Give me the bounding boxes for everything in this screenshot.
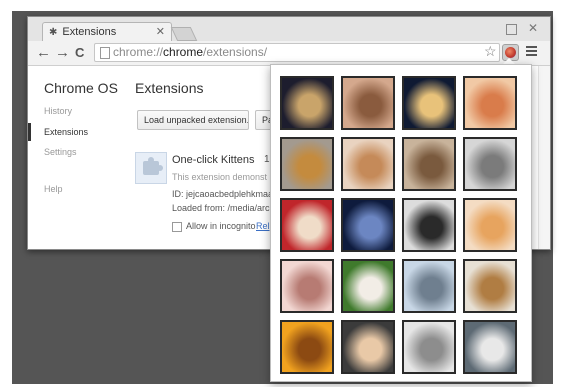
menu-icon[interactable] — [526, 46, 537, 58]
puzzle-icon: ✱ — [49, 26, 58, 38]
new-tab-button[interactable] — [170, 27, 198, 41]
kitten-thumb-12[interactable] — [463, 198, 517, 252]
scrollbar[interactable] — [538, 66, 550, 249]
load-unpacked-button[interactable]: Load unpacked extension... — [137, 110, 249, 130]
kitten-thumb-5[interactable] — [280, 137, 334, 191]
kitten-thumb-13[interactable] — [280, 259, 334, 313]
extension-id: ID: jejcaoacbedplehkmaap — [172, 189, 279, 199]
kitten-thumb-1[interactable] — [280, 76, 334, 130]
kitten-thumb-2[interactable] — [341, 76, 395, 130]
kitten-thumb-8[interactable] — [463, 137, 517, 191]
kitten-grid — [280, 76, 517, 374]
maximize-button[interactable] — [506, 24, 517, 35]
extension-description: This extension demonst — [172, 172, 268, 182]
tab-strip: ✱ Extensions ✕ ✕ — [28, 17, 550, 41]
kitten-thumb-6[interactable] — [341, 137, 395, 191]
incognito-checkbox[interactable] — [172, 222, 182, 232]
tab-title: Extensions — [62, 26, 117, 38]
url-path: /extensions/ — [203, 45, 268, 59]
address-bar[interactable]: chrome://chrome/extensions/ — [94, 43, 500, 62]
tab-extensions[interactable]: ✱ Extensions ✕ — [42, 22, 172, 41]
url-host: chrome — [163, 45, 204, 59]
reload-button[interactable]: C — [75, 43, 84, 63]
tab-close-icon[interactable]: ✕ — [156, 25, 165, 38]
kitten-thumb-15[interactable] — [402, 259, 456, 313]
back-button[interactable]: ← — [36, 43, 51, 63]
puzzle-piece-icon — [143, 157, 163, 175]
kitten-thumb-20[interactable] — [463, 320, 517, 374]
sidebar-title: Chrome OS — [44, 80, 118, 96]
page-icon — [100, 47, 110, 59]
toolbar: ← → C chrome://chrome/extensions/ ☆ — [28, 41, 550, 66]
kitten-thumb-3[interactable] — [402, 76, 456, 130]
close-window-button[interactable]: ✕ — [528, 21, 538, 35]
active-indicator — [28, 123, 31, 141]
page-title: Extensions — [135, 80, 204, 96]
kitten-thumb-18[interactable] — [341, 320, 395, 374]
url-scheme: chrome:// — [113, 45, 164, 59]
extension-loaded-from: Loaded from: /media/archi — [172, 203, 277, 213]
bookmark-star-icon[interactable]: ☆ — [484, 43, 497, 60]
sidebar-item-extensions[interactable]: Extensions — [44, 127, 88, 137]
forward-button[interactable]: → — [55, 43, 70, 63]
reload-link[interactable]: Rel — [256, 221, 270, 231]
sidebar-item-history[interactable]: History — [44, 106, 72, 116]
kitten-thumb-9[interactable] — [280, 198, 334, 252]
kitten-thumb-17[interactable] — [280, 320, 334, 374]
sidebar-item-settings[interactable]: Settings — [44, 147, 77, 157]
sidebar-item-help[interactable]: Help — [44, 184, 63, 194]
kitten-thumb-14[interactable] — [341, 259, 395, 313]
kitten-thumb-7[interactable] — [402, 137, 456, 191]
kitten-icon — [505, 47, 516, 58]
kitten-thumb-4[interactable] — [463, 76, 517, 130]
extension-icon — [135, 152, 167, 184]
extension-name: One-click Kittens — [172, 154, 255, 166]
incognito-label: Allow in incognito — [186, 221, 256, 231]
kitten-thumb-11[interactable] — [402, 198, 456, 252]
kitten-thumb-16[interactable] — [463, 259, 517, 313]
kitten-thumb-19[interactable] — [402, 320, 456, 374]
kitten-thumb-10[interactable] — [341, 198, 395, 252]
kittens-popup — [270, 64, 532, 382]
